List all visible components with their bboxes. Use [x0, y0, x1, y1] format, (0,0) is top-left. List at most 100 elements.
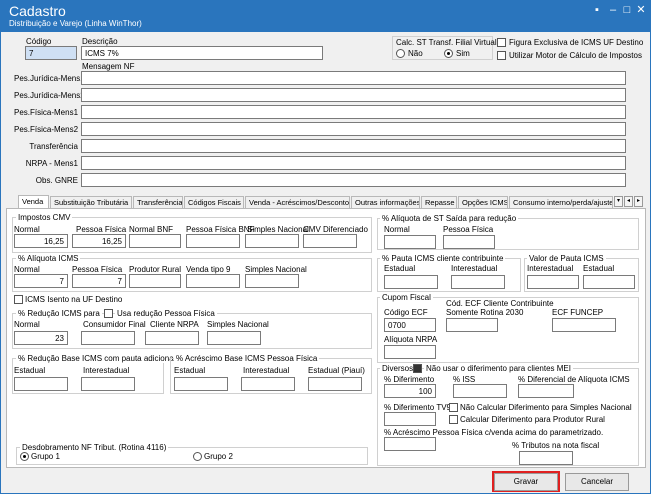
- motor-label: Utilizar Motor de Cálculo de Impostos: [509, 51, 642, 60]
- descricao-input[interactable]: ICMS 7%: [81, 46, 323, 60]
- mens-input-1[interactable]: [81, 88, 626, 102]
- red-col-consumidor: Consumidor Final: [83, 320, 146, 329]
- tab-scroll-left-icon[interactable]: ◂: [624, 196, 633, 207]
- mens-input-6[interactable]: [81, 173, 626, 187]
- mens-label-6: Obs. GNRE: [35, 176, 78, 185]
- minimize-button[interactable]: –: [606, 4, 620, 16]
- diferimento-tv9-label: % Diferimento TV9: [384, 403, 451, 412]
- desdobramento-title: Desdobramento NF Tribut. (Rotina 4116): [20, 443, 169, 452]
- aliq-col-tipo9: Venda tipo 9: [186, 265, 231, 274]
- cmv-col-simples: Simples Nacional: [247, 225, 309, 234]
- mens-input-5[interactable]: [81, 156, 626, 170]
- usa-reducao-pf-checkbox[interactable]: [104, 309, 113, 318]
- st-normal-input[interactable]: [384, 235, 436, 249]
- ecf-funcep-input[interactable]: [552, 318, 616, 332]
- icms-isento-checkbox[interactable]: [14, 295, 23, 304]
- red-simples-input[interactable]: [207, 331, 261, 345]
- aliq-normal-input[interactable]: 7: [14, 274, 68, 288]
- close-button[interactable]: ✕: [634, 4, 648, 16]
- aliq-pf-input[interactable]: 7: [72, 274, 126, 288]
- icms-isento-label: ICMS Isento na UF Destino: [25, 295, 123, 304]
- red-consumidor-input[interactable]: [81, 331, 135, 345]
- codigo-ecf-input[interactable]: 0700: [384, 318, 436, 332]
- cancelar-button[interactable]: Cancelar: [565, 473, 629, 491]
- mens-input-4[interactable]: [81, 139, 626, 153]
- red-nrpa-input[interactable]: [145, 331, 199, 345]
- ab-piaui-input[interactable]: [308, 377, 362, 391]
- pauta-estadual-input[interactable]: [384, 275, 438, 289]
- cmv-simples-input[interactable]: [245, 234, 299, 248]
- cod-ecf-cliente-input[interactable]: [446, 318, 498, 332]
- aliq-col-simples: Simples Nacional: [245, 265, 307, 274]
- nao-calcular-label: Não Calcular Diferimento para Simples Na…: [460, 403, 632, 412]
- mens-label-4: Transferência: [29, 142, 78, 151]
- diferimento-input[interactable]: 100: [384, 384, 436, 398]
- pauta-col-estadual: Estadual: [384, 264, 416, 273]
- mens-input-0[interactable]: [81, 71, 626, 85]
- acrescimo-pf-input[interactable]: [384, 437, 436, 451]
- iss-label: % ISS: [453, 375, 476, 384]
- calc-st-label: Calc. ST Transf. Filial Virtual: [396, 38, 497, 47]
- tab-scroll-right-icon[interactable]: ▸: [634, 196, 643, 207]
- aliq-rural-input[interactable]: [129, 274, 181, 288]
- calc-st-sim-radio[interactable]: [444, 49, 453, 58]
- maximize-button[interactable]: □: [620, 4, 634, 16]
- pauta-interestadual-input[interactable]: [451, 275, 505, 289]
- cmv-normal-input[interactable]: 16,25: [14, 234, 68, 248]
- tributos-input[interactable]: [519, 451, 573, 465]
- ab-interestadual-input[interactable]: [241, 377, 295, 391]
- vp-col-interestadual: Interestadual: [527, 264, 574, 273]
- title-bar: Cadastro Distribuição e Varejo (Linha Wi…: [0, 0, 651, 32]
- rb-col-estadual: Estadual: [14, 366, 46, 375]
- cmv-normal-bnf-input[interactable]: [129, 234, 181, 248]
- red-normal-input[interactable]: 23: [14, 331, 68, 345]
- aliq-tipo9-input[interactable]: [186, 274, 240, 288]
- st-col-normal: Normal: [384, 225, 410, 234]
- cmv-diferenciado-input[interactable]: [303, 234, 357, 248]
- nao-usar-mei-checkbox[interactable]: [413, 364, 422, 373]
- red-col-nrpa: Cliente NRPA: [150, 320, 199, 329]
- window-subtitle: Distribuição e Varejo (Linha WinThor): [9, 19, 142, 28]
- vp-interestadual-input[interactable]: [527, 275, 579, 289]
- rb-interestadual-input[interactable]: [81, 377, 135, 391]
- st-pf-input[interactable]: [443, 235, 495, 249]
- grupo1-label: Grupo 1: [31, 452, 60, 461]
- grupo1-radio[interactable]: [20, 452, 29, 461]
- vp-estadual-input[interactable]: [583, 275, 635, 289]
- impostos-cmv-title: Impostos CMV: [16, 213, 73, 222]
- exclusiva-checkbox[interactable]: [497, 38, 506, 47]
- diferimento-label: % Diferimento: [384, 375, 435, 384]
- rb-estadual-input[interactable]: [14, 377, 68, 391]
- reducao-base-title: % Redução Base ICMS com pauta adicionais: [16, 354, 182, 363]
- ab-col-estadual: Estadual: [174, 366, 206, 375]
- mens-input-3[interactable]: [81, 122, 626, 136]
- cmv-pf-bnf-input[interactable]: [186, 234, 240, 248]
- gravar-button[interactable]: Gravar: [494, 473, 558, 491]
- codigo-input[interactable]: 7: [25, 46, 77, 60]
- tab-menu-icon[interactable]: ▾: [614, 196, 623, 207]
- usa-reducao-pf-label: Usa redução Pessoa Física: [115, 309, 217, 318]
- restore-icon[interactable]: ▪: [590, 4, 604, 16]
- nao-calcular-checkbox[interactable]: [449, 403, 458, 412]
- dif-aliquota-label: % Diferencial de Alíquota ICMS: [518, 375, 630, 384]
- diferimento-tv9-input[interactable]: [384, 412, 436, 426]
- ab-col-piaui: Estadual (Piauí): [308, 366, 365, 375]
- aliq-simples-input[interactable]: [245, 274, 299, 288]
- motor-checkbox[interactable]: [497, 51, 506, 60]
- cmv-pf-input[interactable]: 16,25: [72, 234, 126, 248]
- iss-input[interactable]: [453, 384, 507, 398]
- dif-aliquota-input[interactable]: [518, 384, 574, 398]
- window-title: Cadastro: [9, 3, 66, 19]
- ab-estadual-input[interactable]: [174, 377, 228, 391]
- acrescimo-base-title: % Acréscimo Base ICMS Pessoa Física: [174, 354, 320, 363]
- descricao-label: Descrição: [82, 37, 118, 46]
- diversos-title: Diversos: [380, 364, 416, 373]
- mens-input-2[interactable]: [81, 105, 626, 119]
- aliquota-nrpa-input[interactable]: [384, 345, 436, 359]
- cmv-col-pf: Pessoa Física: [76, 225, 127, 234]
- calcular-rural-checkbox[interactable]: [449, 415, 458, 424]
- aliq-col-pf: Pessoa Física: [72, 265, 123, 274]
- calc-st-nao-radio[interactable]: [396, 49, 405, 58]
- mens-label-3: Pes.Física-Mens2: [14, 125, 79, 134]
- grupo2-radio[interactable]: [193, 452, 202, 461]
